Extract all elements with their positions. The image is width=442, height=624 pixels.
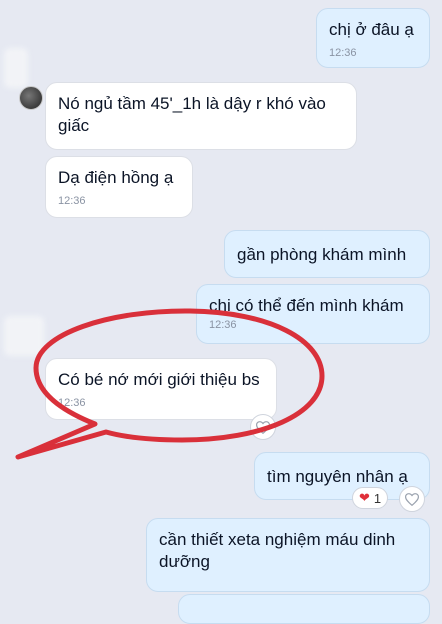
message-text: chị ở đâu ạ [329,20,414,39]
message-incoming[interactable]: Dạ điện hồng ạ 12:36 [45,156,193,218]
message-text: Nó ngủ tầm 45'_1h là dậy r khó vào giấc [58,94,326,135]
message-text: Có bé nớ mới giới thiệu bs [58,370,260,389]
message-outgoing[interactable]: gần phòng khám mình [224,230,430,278]
message-time: 12:36 [58,195,86,207]
heart-filled-icon: ❤ [359,490,370,505]
blurred-avatar [4,48,28,88]
message-text: Dạ điện hồng ạ [58,168,174,187]
react-heart-button[interactable] [399,486,425,512]
message-outgoing[interactable] [178,594,430,624]
message-text: cần thiết xeta nghiệm máu dinh dưỡng [159,530,396,571]
reaction-count-label: 1 [373,490,382,506]
reaction-count[interactable]: ❤ 1 [352,487,389,509]
message-outgoing[interactable]: cần thiết xeta nghiệm máu dinh dưỡng [146,518,430,592]
message-text: chị có thể đến mình khám [209,296,404,315]
message-text: tìm nguyên nhân ạ [267,467,408,486]
message-outgoing[interactable]: chị có thể đến mình khám 12:36 [196,284,430,344]
message-incoming[interactable]: Có bé nớ mới giới thiệu bs 12:36 [45,358,277,420]
message-time: 12:36 [58,397,86,409]
sender-avatar[interactable] [19,86,43,110]
heart-outline-icon [405,492,419,506]
message-outgoing[interactable]: chị ở đâu ạ 12:36 [316,8,430,68]
message-incoming[interactable]: Nó ngủ tầm 45'_1h là dậy r khó vào giấc [45,82,357,150]
heart-outline-icon [256,420,270,434]
message-text: gần phòng khám mình [237,245,407,264]
blurred-avatar [4,316,44,356]
message-time: 12:36 [329,47,357,59]
react-heart-button[interactable] [250,414,276,440]
message-time: 12:36 [209,319,237,331]
